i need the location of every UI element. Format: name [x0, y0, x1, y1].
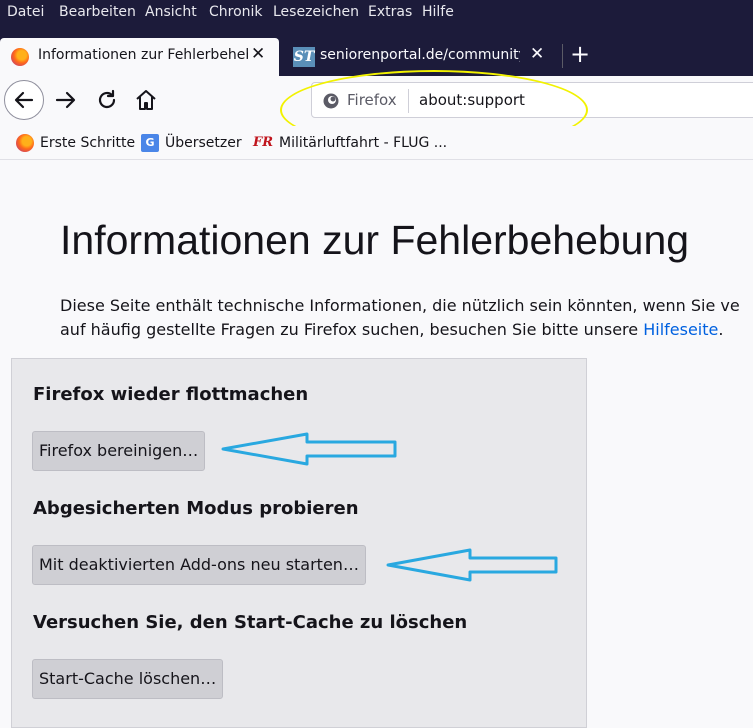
intro-line-2: auf häufig gestellte Fragen zu Firefox s… [60, 318, 753, 342]
bookmarks-toolbar: Erste Schritte G Übersetzer FR Militärluft… [0, 126, 753, 160]
reload-button[interactable] [95, 88, 119, 112]
bookmark-label: Erste Schritte [40, 135, 136, 151]
forward-button[interactable] [54, 88, 78, 112]
back-arrow-icon [14, 91, 34, 109]
help-link[interactable]: Hilfeseite [643, 320, 718, 339]
clear-startup-cache-button[interactable]: Start-Cache löschen… [32, 659, 224, 699]
tab-title: seniorenportal.de/community/t [320, 47, 520, 63]
intro-period: . [718, 320, 724, 339]
section-heading-safe-mode: Abgesicherten Modus probieren [33, 498, 359, 519]
menu-bearbeiten[interactable]: Bearbeiten [59, 4, 136, 20]
close-tab-icon[interactable]: ✕ [251, 44, 265, 64]
new-tab-icon[interactable]: + [570, 40, 590, 68]
tab-title: Informationen zur Fehlerbehebung [38, 47, 248, 63]
menu-lesezeichen[interactable]: Lesezeichen [273, 4, 359, 20]
page-content: Informationen zur Fehlerbehebung Diese S… [0, 161, 753, 728]
annotation-arrow-icon [221, 432, 397, 466]
tab-troubleshooting[interactable]: Informationen zur Fehlerbehebung ✕ [0, 38, 279, 76]
tab-separator [562, 44, 563, 68]
forward-arrow-icon [55, 91, 76, 109]
page-title: Informationen zur Fehlerbehebung [60, 217, 690, 263]
close-tab-icon[interactable]: ✕ [530, 44, 544, 64]
refresh-firefox-button[interactable]: Firefox bereinigen… [32, 431, 206, 471]
intro-text: Diese Seite enthält technische Informati… [60, 294, 753, 342]
intro-line-1: Diese Seite enthält technische Informati… [60, 296, 740, 315]
bookmark-label: Militärluftfahrt - FLUG ... [279, 135, 448, 151]
reload-icon [98, 89, 116, 109]
translate-icon: G [141, 134, 159, 152]
home-button[interactable] [134, 88, 158, 112]
section-heading-startup-cache: Versuchen Sie, den Start-Cache zu lösche… [33, 612, 468, 633]
menu-chronik[interactable]: Chronik [209, 4, 263, 20]
menu-ansicht[interactable]: Ansicht [145, 4, 197, 20]
intro-line-2-text: auf häufig gestellte Fragen zu Firefox s… [60, 320, 644, 339]
menu-datei[interactable]: Datei [7, 4, 44, 20]
menu-hilfe[interactable]: Hilfe [422, 4, 454, 20]
bookmark-label: Übersetzer [165, 135, 242, 151]
menu-bar: Datei Bearbeiten Ansicht Chronik Lesezei… [0, 0, 753, 26]
reset-box: Firefox wieder flottmachen Firefox berei… [11, 358, 587, 728]
bookmark-militaerluftfahrt[interactable]: FR Militärluftfahrt - FLUG ... [253, 134, 447, 152]
firefox-icon [11, 48, 29, 66]
home-icon [136, 90, 156, 110]
back-button[interactable] [4, 80, 44, 120]
menu-extras[interactable]: Extras [368, 4, 412, 20]
seniorenportal-icon: ST [293, 47, 315, 67]
annotation-arrow-icon [386, 548, 558, 582]
bookmark-uebersetzer[interactable]: G Übersetzer [141, 134, 242, 152]
flug-icon: FR [253, 135, 274, 150]
restart-safe-mode-button[interactable]: Mit deaktivierten Add-ons neu starten… [32, 545, 366, 585]
section-heading-refresh: Firefox wieder flottmachen [33, 384, 309, 405]
bookmark-erste-schritte[interactable]: Erste Schritte [16, 134, 135, 152]
firefox-icon [16, 134, 34, 152]
